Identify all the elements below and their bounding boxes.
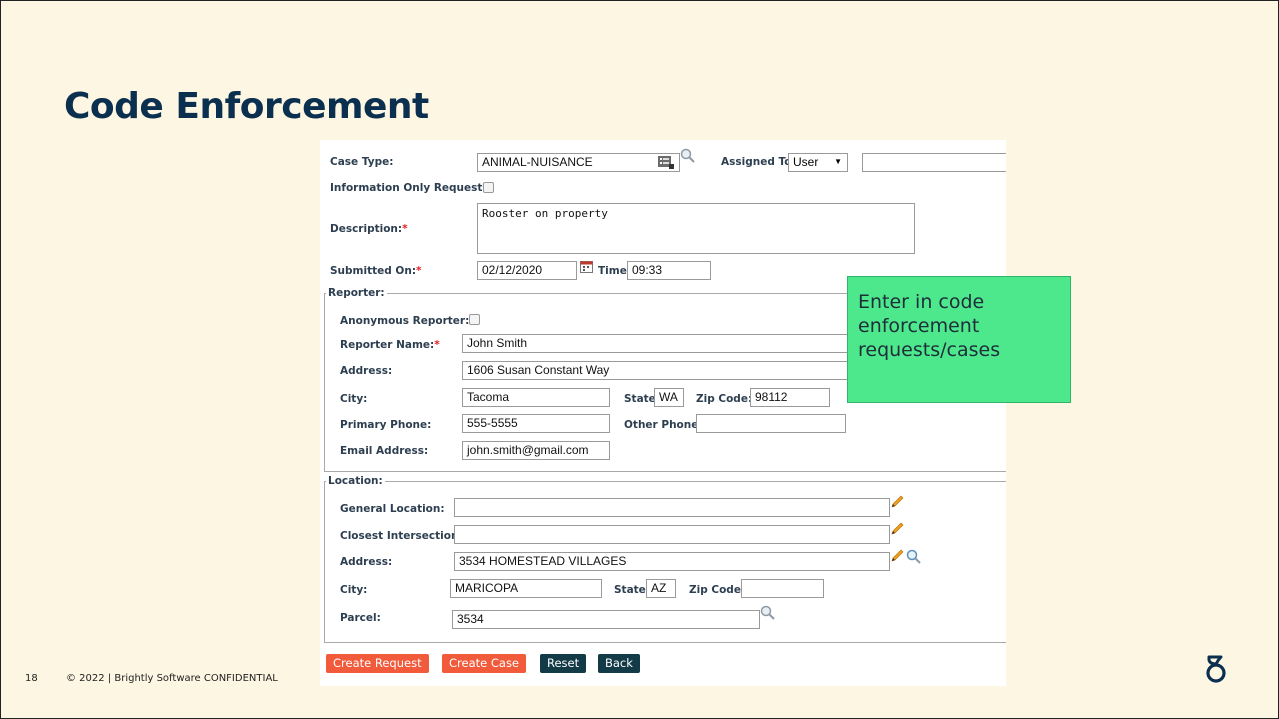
- location-city-label: City:: [340, 584, 368, 596]
- pencil-icon[interactable]: [890, 549, 904, 568]
- create-case-button[interactable]: Create Case: [442, 654, 527, 673]
- closest-intersection-input[interactable]: [454, 525, 890, 544]
- reporter-legend: Reporter:: [326, 287, 387, 299]
- reporter-zip-label: Zip Code:: [696, 393, 753, 405]
- time-input[interactable]: 09:33: [627, 261, 711, 280]
- general-location-label: General Location:: [340, 503, 445, 515]
- other-phone-input[interactable]: [696, 414, 846, 433]
- location-legend: Location:: [326, 475, 385, 487]
- pencil-icon[interactable]: [890, 522, 904, 541]
- description-textarea[interactable]: Rooster on property: [477, 203, 915, 254]
- reporter-address-label: Address:: [340, 365, 393, 377]
- reporter-city-input[interactable]: Tacoma: [462, 388, 610, 407]
- magnifier-icon[interactable]: [906, 549, 922, 570]
- code-enforcement-form: Case Type: ANIMAL-NUISANCE Assigned To: …: [320, 140, 1006, 686]
- info-only-label: Information Only Request:: [330, 182, 487, 194]
- submitted-on-input[interactable]: 02/12/2020: [477, 261, 577, 280]
- back-button[interactable]: Back: [598, 654, 640, 673]
- location-zip-label: Zip Code:: [689, 584, 746, 596]
- chevron-down-icon: ▼: [834, 157, 842, 166]
- reporter-name-label: Reporter Name:*: [340, 339, 440, 351]
- email-address-label: Email Address:: [340, 445, 429, 457]
- case-type-label: Case Type:: [330, 156, 394, 168]
- assigned-to-input[interactable]: [862, 153, 1006, 172]
- location-address-label: Address:: [340, 556, 393, 568]
- primary-phone-input[interactable]: 555-5555: [462, 414, 610, 433]
- calendar-icon[interactable]: [580, 260, 594, 278]
- reporter-zip-input[interactable]: 98112: [750, 388, 830, 407]
- description-label: Description:*: [330, 223, 408, 235]
- reporter-city-label: City:: [340, 393, 368, 405]
- reporter-name-input[interactable]: John Smith: [462, 334, 852, 353]
- case-type-input[interactable]: ANIMAL-NUISANCE: [477, 153, 680, 172]
- location-city-input[interactable]: MARICOPA: [450, 579, 602, 598]
- assigned-to-label: Assigned To:: [721, 156, 796, 168]
- location-state-input[interactable]: AZ: [646, 579, 676, 598]
- parcel-label: Parcel:: [340, 612, 381, 624]
- location-address-input[interactable]: 3534 HOMESTEAD VILLAGES: [454, 552, 890, 571]
- location-state-label: State:: [614, 584, 651, 596]
- brightly-logo-icon: [1205, 654, 1227, 689]
- reset-button[interactable]: Reset: [540, 654, 587, 673]
- anonymous-reporter-checkbox[interactable]: [469, 314, 480, 325]
- reporter-state-input[interactable]: WA: [654, 388, 684, 407]
- submitted-on-label: Submitted On:*: [330, 265, 422, 277]
- location-zip-input[interactable]: [741, 579, 824, 598]
- pencil-icon[interactable]: [890, 495, 904, 514]
- assigned-to-selected: User: [793, 155, 819, 169]
- info-only-checkbox[interactable]: [483, 182, 494, 193]
- general-location-input[interactable]: [454, 498, 890, 517]
- closest-intersection-label: Closest Intersection:: [340, 530, 463, 542]
- create-request-button[interactable]: Create Request: [326, 654, 429, 673]
- primary-phone-label: Primary Phone:: [340, 419, 432, 431]
- anonymous-reporter-label: Anonymous Reporter:: [340, 315, 470, 327]
- assigned-to-select[interactable]: User ▼: [788, 153, 848, 172]
- footer-copyright: © 2022 | Brightly Software CONFIDENTIAL: [66, 673, 278, 684]
- magnifier-icon[interactable]: [680, 148, 696, 169]
- lookup-list-icon[interactable]: [658, 155, 674, 174]
- page-number: 18: [25, 673, 38, 684]
- other-phone-label: Other Phone:: [624, 419, 703, 431]
- magnifier-icon[interactable]: [760, 605, 776, 626]
- slide-title: Code Enforcement: [64, 86, 429, 127]
- email-address-input[interactable]: john.smith@gmail.com: [462, 441, 610, 460]
- reporter-address-input[interactable]: 1606 Susan Constant Way: [462, 361, 852, 380]
- parcel-input[interactable]: 3534: [452, 610, 760, 629]
- callout-note: Enter in code enforcement requests/cases: [847, 276, 1071, 403]
